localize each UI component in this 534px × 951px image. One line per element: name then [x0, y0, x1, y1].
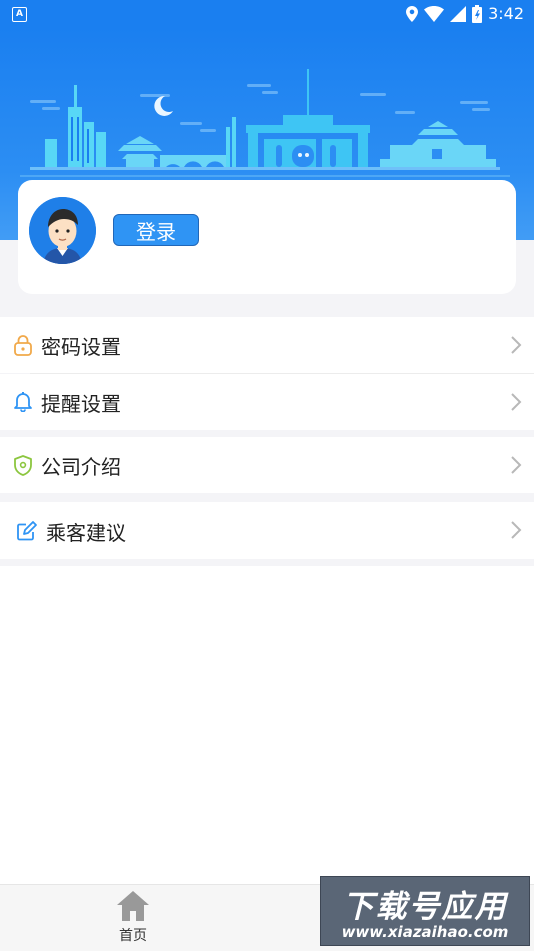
watermark-logo: 下载号应用 www.xiazaihao.com: [320, 876, 530, 946]
menu-item-passenger-feedback[interactable]: 乘客建议: [0, 502, 534, 559]
home-icon: [117, 891, 149, 921]
wifi-icon: [424, 5, 445, 22]
profile-card: 登录: [18, 180, 516, 294]
menu-label: 乘客建议: [46, 521, 126, 545]
watermark-url: www.xiazaihao.com: [341, 923, 509, 941]
tab-home[interactable]: 首页: [100, 885, 166, 951]
cellular-signal-icon: [450, 5, 467, 22]
location-icon: [406, 5, 419, 22]
edit-icon: [17, 521, 37, 541]
menu-item-password-settings[interactable]: 密码设置: [0, 317, 534, 373]
login-button[interactable]: 登录: [113, 214, 199, 246]
chevron-right-icon: [511, 336, 522, 354]
menu-label: 公司介绍: [41, 455, 121, 479]
chevron-right-icon: [511, 456, 522, 474]
menu-label: 提醒设置: [41, 392, 121, 416]
status-bar: A 3:42: [0, 0, 534, 27]
shield-icon: [14, 455, 32, 476]
bell-icon: [14, 392, 32, 412]
menu-item-company-intro[interactable]: 公司介绍: [0, 437, 534, 493]
tab-home-label: 首页: [119, 928, 147, 944]
chevron-right-icon: [511, 393, 522, 411]
watermark-title: 下载号应用: [342, 889, 508, 925]
chevron-right-icon: [511, 521, 522, 539]
status-icons: 3:42: [406, 4, 524, 23]
battery-icon: [472, 4, 483, 23]
clock: 3:42: [488, 4, 524, 23]
menu-item-reminder-settings[interactable]: 提醒设置: [0, 374, 534, 430]
notification-icon: A: [12, 7, 27, 22]
user-avatar-icon: [29, 197, 96, 264]
lock-icon: [14, 335, 32, 356]
avatar[interactable]: [29, 197, 96, 264]
menu-label: 密码设置: [41, 335, 121, 359]
